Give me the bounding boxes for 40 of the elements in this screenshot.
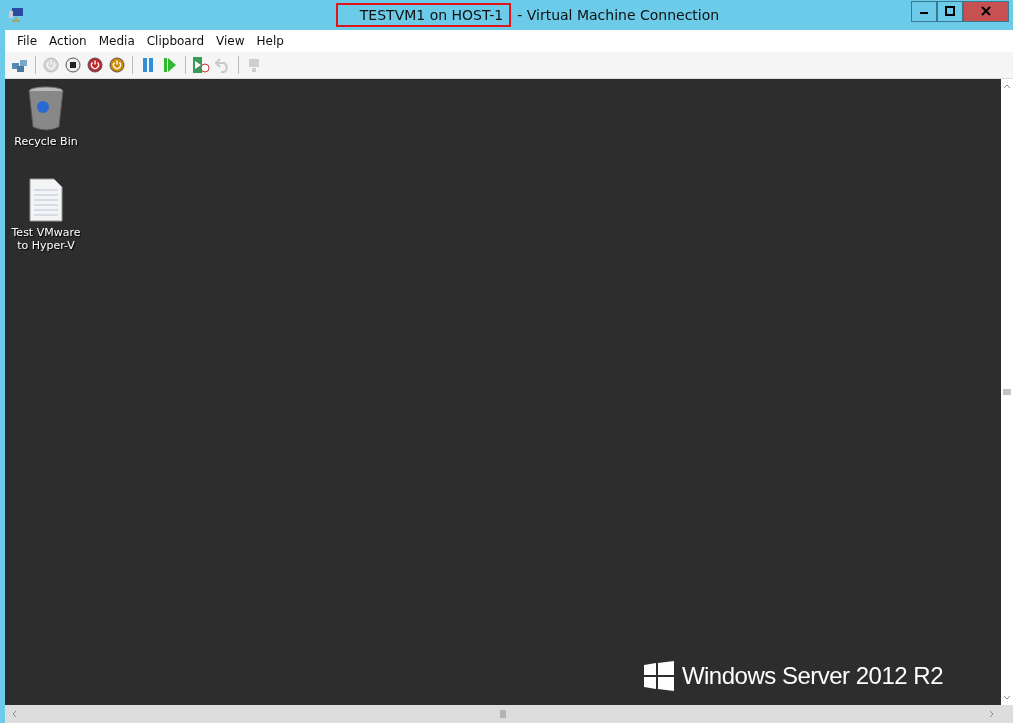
- desktop-icon-label[interactable]: Test VMware to Hyper-V: [9, 226, 83, 252]
- play-icon: [163, 57, 177, 73]
- monitor-icon: [246, 57, 262, 73]
- power-icon: [43, 57, 59, 73]
- chevron-up-icon: [1003, 83, 1011, 89]
- grip-icon: [1003, 389, 1011, 395]
- menu-item[interactable]: Clipboard: [140, 34, 211, 48]
- stop-icon: [65, 57, 81, 73]
- power-icon: [109, 57, 125, 73]
- chevron-left-icon: [11, 710, 17, 718]
- text-file-icon: [28, 178, 64, 222]
- chevron-right-icon: [989, 710, 995, 718]
- close-icon: [981, 6, 991, 16]
- maximize-button[interactable]: [937, 0, 963, 22]
- desktop-icon-label[interactable]: Recycle Bin: [14, 135, 78, 148]
- maximize-icon: [945, 6, 955, 16]
- vertical-scrollbar[interactable]: [1001, 79, 1013, 705]
- menu-item[interactable]: Action: [43, 34, 93, 48]
- horizontal-scrollbar[interactable]: [5, 705, 1013, 723]
- checkpoint-icon: [192, 56, 210, 74]
- toolbar-button[interactable]: [62, 54, 84, 76]
- menu-item[interactable]: View: [210, 34, 251, 48]
- brand-text: Windows Server 2012 R2: [681, 662, 943, 690]
- windows-logo-icon: [643, 661, 674, 691]
- menu-item[interactable]: Media: [92, 34, 141, 48]
- trash-bin-icon: [27, 85, 65, 131]
- keys-icon: [11, 57, 29, 73]
- undo-icon: [215, 57, 231, 73]
- toolbar-button[interactable]: [84, 54, 106, 76]
- app-icon: [8, 7, 24, 23]
- window-title: TESTVM1 on HOST-1: [335, 3, 512, 27]
- minimize-button[interactable]: [911, 0, 937, 22]
- chevron-down-icon: [1003, 695, 1011, 701]
- grip-icon: [500, 710, 506, 718]
- menu-item[interactable]: File: [11, 34, 44, 48]
- power-icon: [87, 57, 103, 73]
- menu-item[interactable]: Help: [250, 34, 290, 48]
- window-title: - Virtual Machine Connection: [517, 7, 720, 23]
- pause-icon: [141, 57, 155, 73]
- close-button[interactable]: [963, 0, 1009, 22]
